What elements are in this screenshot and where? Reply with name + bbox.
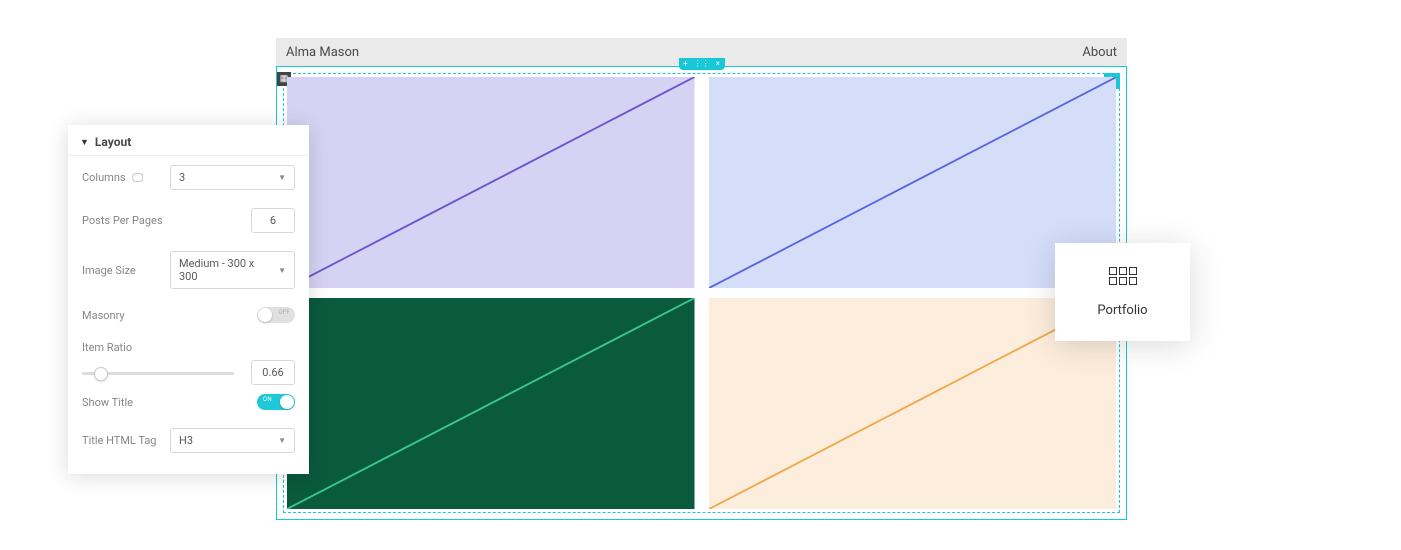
columns-label: Columns 🖵 [82,171,143,185]
panel-section-header[interactable]: ▼ Layout [68,125,309,156]
grid-icon [1109,267,1137,285]
desktop-icon[interactable]: 🖵 [132,171,143,184]
editor-canvas: Alma Mason About + ⋮⋮ × ▦ ✎ [276,38,1127,520]
widget-label: Portfolio [1097,303,1147,318]
close-icon[interactable]: × [716,60,720,68]
site-title: Alma Mason [286,45,359,60]
item-ratio-value: 0.66 [262,366,283,379]
toggle-knob [258,308,272,322]
slider-thumb[interactable] [94,367,108,381]
chevron-down-icon: ▼ [278,266,286,275]
item-ratio-label: Item Ratio [82,341,132,354]
show-title-toggle[interactable]: ON [257,394,295,410]
toggle-off-text: OFF [278,309,290,316]
drag-dots-icon[interactable]: ⋮⋮ [694,60,710,68]
chevron-down-icon: ▼ [278,436,286,445]
posts-per-page-input[interactable]: 6 [251,208,295,233]
section-container[interactable]: + ⋮⋮ × ▦ ✎ [276,66,1127,520]
chevron-down-icon: ▼ [278,173,286,182]
columns-value: 3 [179,171,185,184]
masonry-label: Masonry [82,309,125,322]
image-size-select[interactable]: Medium - 300 x 300 ▼ [170,251,295,289]
portfolio-grid [287,77,1116,509]
item-ratio-input[interactable]: 0.66 [251,360,295,385]
title-html-tag-label: Title HTML Tag [82,434,157,447]
portfolio-tile[interactable] [287,77,695,288]
plus-icon[interactable]: + [683,60,688,68]
toggle-on-text: ON [263,396,272,403]
panel-section-title: Layout [95,135,131,149]
title-html-tag-value: H3 [179,434,193,447]
column-container[interactable] [283,73,1120,513]
columns-select[interactable]: 3 ▼ [170,165,295,190]
nav-link-about[interactable]: About [1082,45,1117,60]
title-html-tag-select[interactable]: H3 ▼ [170,428,295,453]
caret-down-icon: ▼ [80,137,89,148]
layout-settings-panel: ▼ Layout Columns 🖵 3 ▼ Posts Per Pages 6… [68,125,309,474]
portfolio-tile[interactable] [287,298,695,509]
show-title-label: Show Title [82,396,133,409]
item-ratio-slider[interactable] [82,363,234,383]
image-size-label: Image Size [82,264,136,277]
toggle-knob [280,395,294,409]
section-handle[interactable]: + ⋮⋮ × [679,58,725,70]
portfolio-widget-card[interactable]: Portfolio [1055,243,1190,341]
posts-per-page-label: Posts Per Pages [82,214,163,227]
masonry-toggle[interactable]: OFF [257,307,295,323]
image-size-value: Medium - 300 x 300 [179,257,272,283]
posts-per-page-value: 6 [270,214,276,227]
